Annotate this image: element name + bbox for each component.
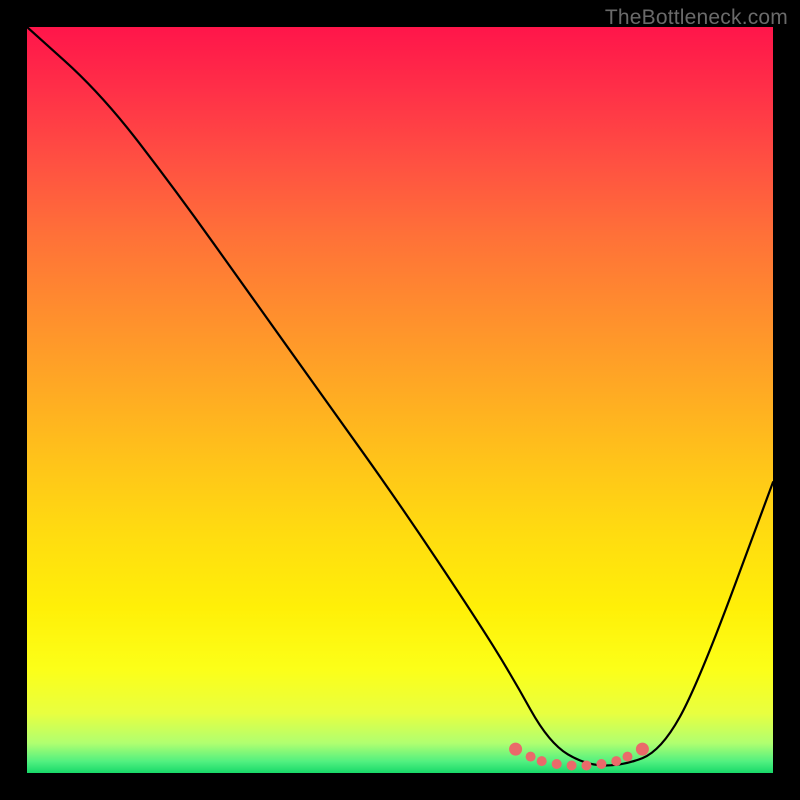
- chart-container: TheBottleneck.com: [0, 0, 800, 800]
- marker-dot: [623, 752, 633, 762]
- marker-dot: [567, 761, 577, 771]
- chart-svg: [27, 27, 773, 773]
- optimal-range-markers: [509, 743, 649, 771]
- marker-dot: [582, 761, 592, 771]
- bottleneck-curve: [27, 27, 773, 766]
- plot-area: [27, 27, 773, 773]
- marker-dot: [552, 759, 562, 769]
- watermark-text: TheBottleneck.com: [605, 6, 788, 30]
- marker-dot: [611, 756, 621, 766]
- marker-dot: [526, 752, 536, 762]
- marker-dot: [636, 743, 649, 756]
- marker-dot: [596, 759, 606, 769]
- marker-dot: [509, 743, 522, 756]
- marker-dot: [537, 756, 547, 766]
